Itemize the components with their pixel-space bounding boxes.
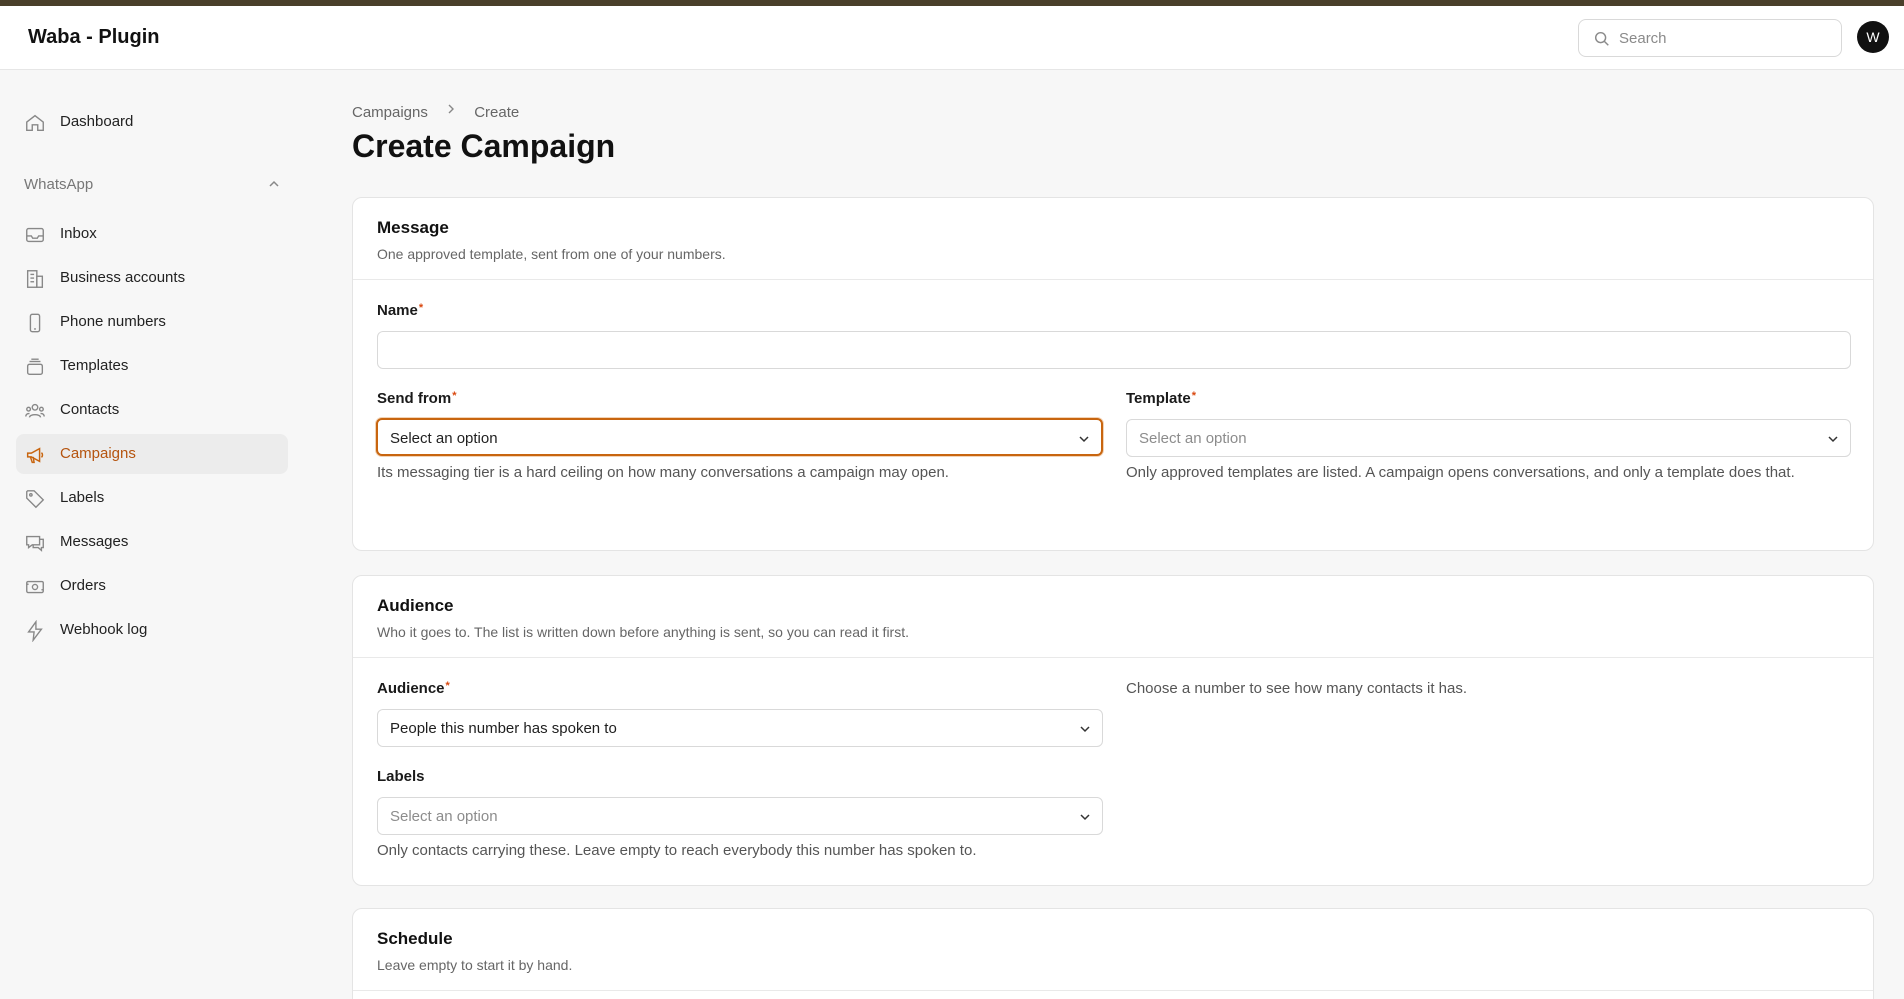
labels-help: Only contacts carrying these. Leave empt… [377, 842, 977, 859]
required-marker: * [445, 680, 450, 692]
name-field[interactable] [377, 331, 1851, 369]
sidebar: Dashboard WhatsApp Inbox Business accoun… [0, 70, 300, 999]
template-placeholder: Select an option [1139, 430, 1247, 447]
home-icon [26, 114, 44, 132]
chevron-up-icon [269, 180, 279, 187]
audience-label-text: Audience [377, 680, 445, 697]
sidebar-item-label: Phone numbers [60, 313, 166, 330]
phone-icon [29, 313, 41, 333]
megaphone-icon [26, 447, 44, 464]
sidebar-item-label: Orders [60, 577, 106, 594]
card-subtitle: One approved template, sent from one of … [377, 246, 726, 262]
sidebar-item-templates[interactable]: Templates [16, 346, 288, 386]
chevron-down-icon [1828, 436, 1838, 443]
sidebar-group-whatsapp[interactable]: WhatsApp [24, 170, 282, 198]
card-subtitle: Leave empty to start it by hand. [377, 957, 573, 973]
audience-value: People this number has spoken to [390, 720, 617, 737]
inbox-icon [26, 227, 44, 243]
sidebar-item-label: Contacts [60, 401, 120, 418]
labels-select[interactable]: Select an option [377, 797, 1103, 835]
bolt-icon [27, 620, 43, 642]
breadcrumb: Campaigns Create [352, 102, 519, 121]
sidebar-group-label: WhatsApp [24, 176, 94, 193]
template-select[interactable]: Select an option [1126, 419, 1851, 457]
top-bar: Waba - Plugin Search W [0, 6, 1904, 70]
send-from-label-text: Send from [377, 390, 452, 407]
chevron-down-icon [1080, 726, 1090, 733]
sidebar-item-labels[interactable]: Labels [16, 478, 288, 518]
labels-label: Labels [377, 768, 425, 785]
template-label: Template* [1126, 390, 1196, 407]
card-subtitle: Who it goes to. The list is written down… [377, 624, 909, 640]
audience-label: Audience* [377, 680, 450, 697]
search-placeholder: Search [1619, 30, 1667, 47]
cash-icon [26, 580, 44, 594]
sidebar-item-messages[interactable]: Messages [16, 522, 288, 562]
send-from-select[interactable]: Select an option [376, 418, 1103, 456]
chevron-down-icon [1079, 436, 1089, 443]
sidebar-item-label: Webhook log [60, 621, 148, 638]
labels-placeholder: Select an option [390, 808, 498, 825]
chevron-down-icon [1080, 814, 1090, 821]
name-label-text: Name [377, 302, 418, 319]
breadcrumb-current: Create [474, 103, 520, 121]
audience-help: Choose a number to see how many contacts… [1126, 680, 1468, 697]
page-title: Create Campaign [352, 128, 616, 164]
required-marker: * [418, 302, 424, 314]
sidebar-item-orders[interactable]: Orders [16, 566, 288, 606]
tag-icon [26, 490, 45, 509]
sidebar-item-label: Labels [60, 489, 105, 506]
sidebar-item-business-accounts[interactable]: Business accounts [16, 258, 288, 298]
sidebar-item-label: Campaigns [60, 445, 136, 462]
card-header: Message One approved template, sent from… [353, 198, 1873, 280]
sidebar-item-phone-numbers[interactable]: Phone numbers [16, 302, 288, 342]
schedule-card: Schedule Leave empty to start it by hand… [352, 908, 1874, 999]
required-marker: * [1191, 390, 1197, 402]
template-help: Only approved templates are listed. A ca… [1126, 464, 1795, 481]
name-label: Name* [377, 302, 423, 319]
breadcrumb-parent-link[interactable]: Campaigns [352, 104, 428, 121]
building-icon [26, 270, 44, 288]
chevron-right-icon [448, 104, 455, 114]
message-card: Message One approved template, sent from… [352, 197, 1874, 551]
app-title: Waba - Plugin [28, 26, 160, 48]
chat-icon [26, 535, 44, 552]
send-from-help: Its messaging tier is a hard ceiling on … [377, 464, 949, 481]
sidebar-item-label: Dashboard [60, 113, 134, 130]
sidebar-item-campaigns[interactable]: Campaigns [16, 434, 288, 474]
send-from-value: Select an option [390, 430, 498, 447]
sidebar-item-dashboard[interactable]: Dashboard [16, 102, 288, 142]
card-title: Message [377, 218, 449, 237]
sidebar-item-label: Business accounts [60, 269, 186, 286]
sidebar-item-label: Inbox [60, 225, 97, 242]
card-title: Schedule [377, 929, 453, 948]
sidebar-item-inbox[interactable]: Inbox [16, 214, 288, 254]
sidebar-item-label: Templates [60, 357, 129, 374]
required-marker: * [452, 390, 457, 402]
users-icon [25, 403, 45, 418]
sidebar-item-label: Messages [60, 533, 129, 550]
template-label-text: Template [1126, 390, 1191, 407]
audience-select[interactable]: People this number has spoken to [377, 709, 1103, 747]
sidebar-item-webhook-log[interactable]: Webhook log [16, 610, 288, 650]
card-header: Audience Who it goes to. The list is wri… [353, 576, 1873, 658]
avatar[interactable]: W [1857, 21, 1889, 53]
search-input[interactable]: Search [1578, 19, 1842, 57]
audience-card: Audience Who it goes to. The list is wri… [352, 575, 1874, 886]
card-header: Schedule Leave empty to start it by hand… [353, 909, 1873, 991]
search-icon [1594, 31, 1609, 46]
card-title: Audience [377, 596, 454, 615]
send-from-label: Send from* [377, 390, 456, 407]
template-stack-icon [26, 358, 44, 376]
sidebar-item-contacts[interactable]: Contacts [16, 390, 288, 430]
